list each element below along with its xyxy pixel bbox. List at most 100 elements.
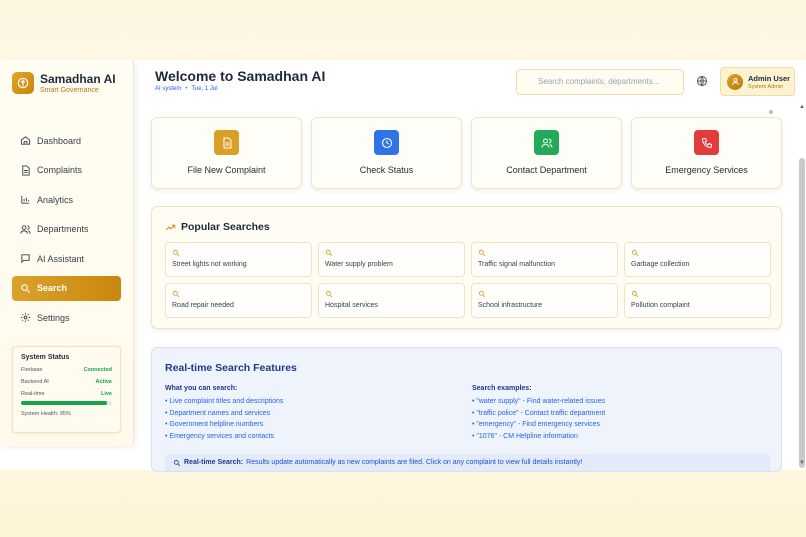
app-window: Samadhan AI Smart Governance Dashboard C… (0, 60, 806, 472)
sidebar-item-label: Departments (37, 224, 89, 234)
system-health-fill (21, 401, 108, 405)
popular-title-text: Popular Searches (181, 221, 270, 233)
subtitle-date: Tue, 1 Jul (191, 86, 218, 92)
brand-subtitle: Smart Governance (40, 87, 99, 94)
action-icon-bg (694, 130, 719, 155)
user-avatar-icon (727, 73, 743, 90)
feature-item: • Live complaint titles and descriptions (165, 398, 284, 405)
gear-icon (20, 312, 31, 323)
sidebar-item-complaints[interactable]: Complaints (12, 158, 121, 183)
sidebar-item-ai-assistant[interactable]: AI Assistant (12, 246, 121, 271)
popular-searches-title: Popular Searches (165, 221, 270, 233)
user-menu[interactable]: Admin User System Admin (720, 67, 795, 96)
brand-title: Samadhan AI (40, 72, 116, 86)
status-label: Firebase (21, 367, 43, 373)
scrollbar[interactable]: ▲ ▼ (798, 104, 806, 470)
action-icon-bg (214, 130, 239, 155)
sidebar-item-dashboard[interactable]: Dashboard (12, 128, 121, 153)
search-icon (631, 290, 639, 298)
realtime-note-bold: Real-time Search: (184, 459, 244, 466)
scroll-thumb[interactable] (799, 158, 805, 468)
feature-item: • Government helpline numbers (165, 421, 264, 429)
popular-search-label: Water supply problem (325, 261, 393, 268)
popular-search-item[interactable]: Street lights not working (165, 242, 312, 277)
search-icon (325, 290, 333, 298)
subtitle-system: AI system (155, 86, 182, 92)
clock-icon (381, 137, 392, 148)
search-example: • "traffic police" - Contact traffic dep… (472, 409, 606, 417)
action-label: Emergency Services (665, 165, 748, 175)
search-example: • "1076" - CM Helpline information (472, 432, 578, 440)
sidebar-nav: Dashboard Complaints Analytics Departmen… (12, 128, 121, 335)
realtime-features-panel: Real-time Search Features What you can s… (151, 347, 782, 472)
search-example: • "emergency" - Find emergency services (472, 421, 601, 429)
popular-search-item[interactable]: Road repair needed (165, 283, 312, 318)
status-value: Active (95, 379, 112, 385)
search-icon (173, 459, 181, 467)
document-icon (22, 164, 30, 176)
contact-department-button[interactable]: Contact Department (471, 117, 622, 189)
popular-search-item[interactable]: School infrastructure (471, 283, 618, 318)
header-search-input[interactable]: Search complaints, departments... (516, 69, 684, 95)
status-label: Real-time (21, 391, 45, 397)
scroll-down-arrow-icon[interactable]: ▼ (798, 460, 806, 466)
popular-search-item[interactable]: Traffic signal malfunction (471, 242, 618, 277)
features-right-column: Search examples: • "water supply" - Find… (472, 385, 605, 444)
search-icon (631, 249, 639, 257)
globe-icon[interactable] (696, 75, 708, 87)
realtime-note: Real-time Search: Results update automat… (165, 454, 770, 471)
features-title: Real-time Search Features (165, 362, 297, 374)
home-icon (20, 136, 31, 145)
status-row-backend-ai: Backend AI Active (21, 379, 112, 385)
sidebar-item-label: Settings (37, 312, 70, 323)
users-icon (20, 224, 31, 234)
search-icon (478, 249, 486, 257)
sidebar-item-analytics[interactable]: Analytics (12, 187, 121, 212)
user-role: System Admin (748, 83, 784, 90)
popular-search-label: School infrastructure (478, 302, 543, 309)
chat-icon (21, 254, 30, 264)
status-row-realtime: Real-time Live (21, 391, 112, 397)
search-icon (172, 249, 180, 257)
sidebar-item-label: Search (37, 283, 68, 293)
popular-search-item[interactable]: Hospital services (318, 283, 465, 318)
status-label: Backend AI (21, 379, 49, 385)
sidebar-item-departments[interactable]: Departments (12, 217, 121, 242)
resize-dot (769, 110, 773, 114)
sidebar-item-label: AI Assistant (37, 253, 85, 264)
bar-chart-icon (21, 195, 30, 204)
search-icon (325, 249, 333, 257)
features-right-heading: Search examples: (472, 385, 532, 392)
action-icon-bg (534, 130, 559, 155)
status-value: Live (100, 391, 112, 397)
feature-item: • Department names and services (165, 409, 271, 417)
status-value: Connected (83, 367, 112, 373)
action-icon-bg (374, 130, 399, 155)
brand-logo-icon (12, 72, 34, 94)
page-subtitle: AI system • Tue, 1 Jul (155, 86, 218, 92)
file-complaint-button[interactable]: File New Complaint (151, 117, 302, 189)
system-status-title: System Status (21, 354, 70, 361)
popular-search-item[interactable]: Garbage collection (624, 242, 771, 277)
popular-search-item[interactable]: Pollution complaint (624, 283, 771, 318)
sidebar-item-search[interactable]: Search (12, 275, 121, 301)
popular-search-label: Traffic signal malfunction (478, 261, 556, 268)
search-example: • "water supply" - Find water-related is… (472, 398, 606, 405)
features-left-heading: What you can search: (165, 385, 238, 392)
popular-search-label: Hospital services (325, 302, 378, 309)
action-label: Contact Department (506, 165, 587, 175)
emergency-services-button[interactable]: Emergency Services (631, 117, 782, 189)
scroll-up-arrow-icon[interactable]: ▲ (798, 104, 806, 110)
search-icon (172, 290, 180, 298)
popular-search-label: Garbage collection (631, 261, 690, 268)
system-status-card: System Status Firebase Connected Backend… (12, 346, 121, 433)
popular-search-item[interactable]: Water supply problem (318, 242, 465, 277)
sidebar-item-label: Dashboard (37, 135, 82, 146)
check-status-button[interactable]: Check Status (311, 117, 462, 189)
file-icon (223, 137, 231, 148)
sidebar: Samadhan AI Smart Governance Dashboard C… (0, 60, 134, 446)
sidebar-item-label: Analytics (37, 194, 74, 205)
popular-search-label: Pollution complaint (631, 302, 690, 309)
trending-up-icon (165, 224, 176, 230)
sidebar-item-settings[interactable]: Settings (12, 305, 121, 330)
